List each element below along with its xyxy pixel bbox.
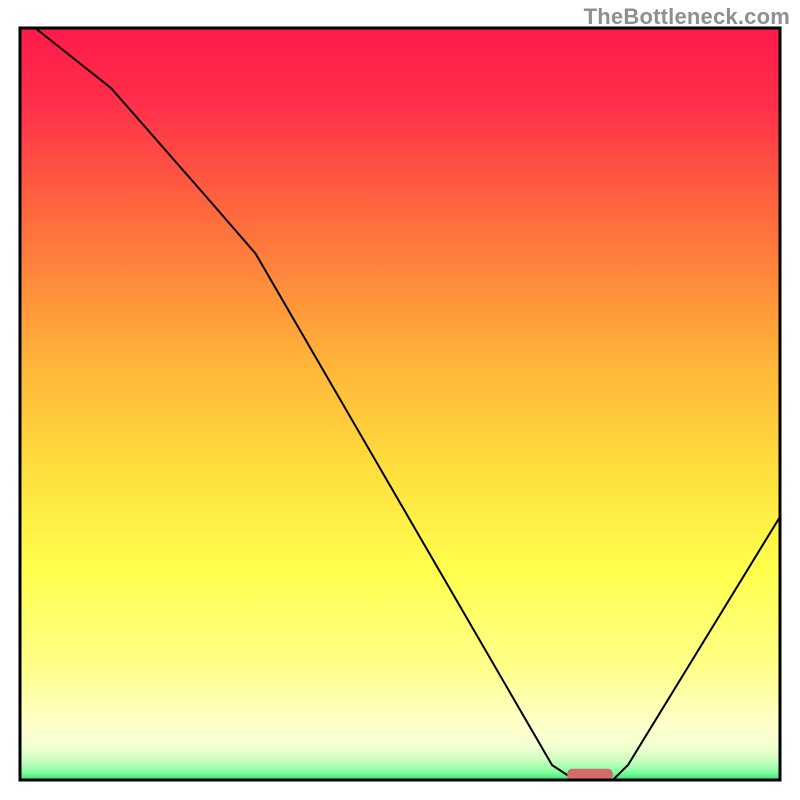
- bottleneck-chart: [0, 0, 800, 800]
- plot-background: [20, 28, 780, 780]
- watermark-text: TheBottleneck.com: [584, 4, 790, 30]
- chart-container: TheBottleneck.com: [0, 0, 800, 800]
- optimal-marker: [567, 769, 613, 780]
